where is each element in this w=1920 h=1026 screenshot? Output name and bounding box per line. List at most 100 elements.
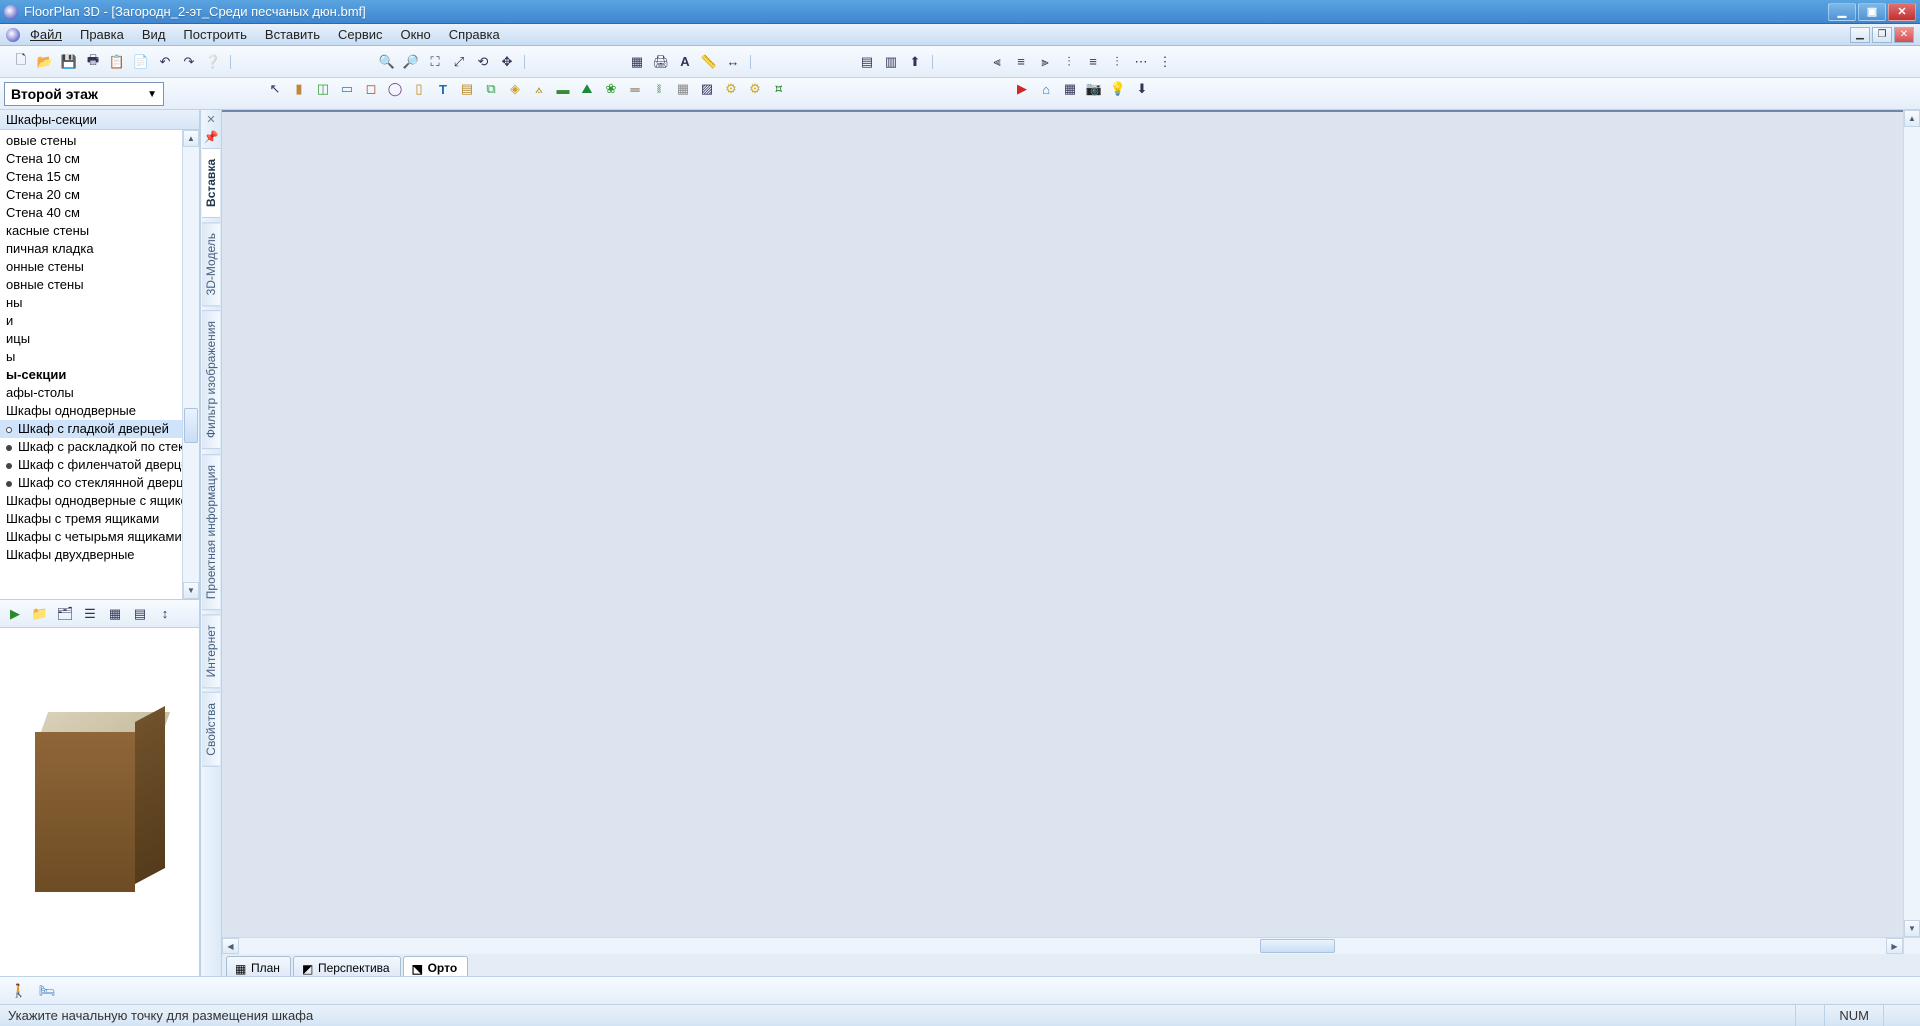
- wall-tool-button[interactable]: ▮: [288, 78, 310, 100]
- menu-help[interactable]: Справка: [441, 25, 508, 44]
- tab-3d-model[interactable]: 3D-Модель: [202, 222, 220, 306]
- hscroll-left-icon[interactable]: ◀: [222, 938, 239, 954]
- tree-item[interactable]: Стена 40 см: [0, 204, 199, 222]
- beam-tool-button[interactable]: T: [432, 78, 454, 100]
- render-settings-button[interactable]: ▦: [1059, 78, 1081, 100]
- light-button[interactable]: 💡: [1107, 78, 1129, 100]
- export-button[interactable]: ⬇: [1131, 78, 1153, 100]
- render-button[interactable]: ▶: [1011, 78, 1033, 100]
- panel-pin-icon[interactable]: 📌: [201, 128, 221, 146]
- zoom-window-button[interactable]: ⛶: [424, 51, 446, 73]
- align-center-v-button[interactable]: ≡: [1082, 51, 1104, 73]
- cat-folder2-icon[interactable]: 🗂: [54, 603, 76, 625]
- camera-button[interactable]: 📷: [1083, 78, 1105, 100]
- cylinder-tool-button[interactable]: ◯: [384, 78, 406, 100]
- menu-service[interactable]: Сервис: [330, 25, 391, 44]
- tab-image-filter[interactable]: Фильтр изображения: [202, 310, 220, 449]
- cat-grid-icon[interactable]: ▦: [104, 603, 126, 625]
- hscroll-right-icon[interactable]: ▶: [1886, 938, 1903, 954]
- tree-item[interactable]: пичная кладка: [0, 240, 199, 258]
- texture-tool-button[interactable]: ▨: [696, 78, 718, 100]
- tab-properties[interactable]: Свойства: [202, 692, 220, 767]
- tree-item[interactable]: Шкафы однодверные: [0, 402, 199, 420]
- tree-item[interactable]: касные стены: [0, 222, 199, 240]
- menu-build[interactable]: Построить: [175, 25, 254, 44]
- cube-tool-button[interactable]: ◻: [360, 78, 382, 100]
- stairs-tool-button[interactable]: ▤: [456, 78, 478, 100]
- window-tool-button[interactable]: ▭: [336, 78, 358, 100]
- tree-item[interactable]: Стена 20 см: [0, 186, 199, 204]
- crop-wheat-icon[interactable]: ⚙: [720, 78, 742, 100]
- vscroll-up-icon[interactable]: ▲: [1904, 110, 1920, 127]
- menu-edit[interactable]: Правка: [72, 25, 132, 44]
- column-tool-button[interactable]: ▯: [408, 78, 430, 100]
- tree-item[interactable]: Шкафы с тремя ящиками: [0, 510, 199, 528]
- tree-item[interactable]: овые стены: [0, 132, 199, 150]
- mdi-minimize-button[interactable]: ▁: [1850, 27, 1870, 43]
- tree-item[interactable]: и: [0, 312, 199, 330]
- tree-item[interactable]: Шкафы с четырьмя ящиками: [0, 528, 199, 546]
- copy-button[interactable]: 📋: [106, 51, 128, 73]
- pan-button[interactable]: ✥: [496, 51, 518, 73]
- tab-internet[interactable]: Интернет: [202, 614, 220, 688]
- viewport-hscrollbar[interactable]: ◀ ▶: [222, 937, 1903, 954]
- fence-tool-button[interactable]: ⧚: [648, 78, 670, 100]
- zoom-prev-button[interactable]: ⟲: [472, 51, 494, 73]
- redo-button[interactable]: ↷: [178, 51, 200, 73]
- path-tool-button[interactable]: ═: [624, 78, 646, 100]
- tree-item[interactable]: ицы: [0, 330, 199, 348]
- mdi-close-button[interactable]: ✕: [1894, 27, 1914, 43]
- align-left-button[interactable]: ⫷: [986, 51, 1008, 73]
- window-close-button[interactable]: ✕: [1888, 3, 1916, 21]
- align-bottom-button[interactable]: ⫶: [1106, 51, 1128, 73]
- plant-tool-button[interactable]: ❀: [600, 78, 622, 100]
- catalog-tree[interactable]: овые стеныСтена 10 смСтена 15 смСтена 20…: [0, 130, 199, 600]
- menu-insert[interactable]: Вставить: [257, 25, 328, 44]
- select-tool-button[interactable]: ↖: [264, 78, 286, 100]
- print-button[interactable]: 🖶: [82, 51, 104, 73]
- text-tool-button[interactable]: A: [674, 51, 696, 73]
- print-preview-button[interactable]: 🖨: [650, 51, 672, 73]
- tree-tool-button[interactable]: ⯏: [768, 78, 790, 100]
- save-button[interactable]: 💾: [58, 51, 80, 73]
- tile-tool-button[interactable]: ▦: [672, 78, 694, 100]
- furniture-tool-button[interactable]: ◈: [504, 78, 526, 100]
- tree-item[interactable]: онные стены: [0, 258, 199, 276]
- tree-item[interactable]: Шкаф со стеклянной дверцей: [0, 474, 199, 492]
- align-center-h-button[interactable]: ≡: [1010, 51, 1032, 73]
- tree-item[interactable]: Шкаф с филенчатой дверцей: [0, 456, 199, 474]
- distribute-h-button[interactable]: ⋯: [1130, 51, 1152, 73]
- dimension-tool-button[interactable]: ↔: [722, 51, 744, 73]
- open-file-button[interactable]: 📂: [34, 51, 56, 73]
- tab-insert[interactable]: Вставка: [202, 148, 220, 218]
- tree-item[interactable]: Шкафы двухдверные: [0, 546, 199, 564]
- mdi-restore-button[interactable]: ❐: [1872, 27, 1892, 43]
- menu-view[interactable]: Вид: [134, 25, 174, 44]
- tab-plan[interactable]: ▦План: [226, 956, 291, 976]
- help-button[interactable]: ❔: [202, 51, 224, 73]
- render-house-icon[interactable]: ⌂: [1035, 78, 1057, 100]
- align-top-button[interactable]: ⫶: [1058, 51, 1080, 73]
- terrain-tool-button[interactable]: ⛰: [576, 78, 598, 100]
- 3d-viewport[interactable]: [222, 110, 1903, 112]
- panel-close-icon[interactable]: ✕: [201, 110, 221, 128]
- cat-folder-icon[interactable]: 📁: [29, 603, 51, 625]
- zoom-out-button[interactable]: 🔎: [400, 51, 422, 73]
- new-file-button[interactable]: 🗋: [10, 51, 32, 73]
- tree-item[interactable]: Стена 10 см: [0, 150, 199, 168]
- layer-manager-button[interactable]: ▥: [880, 51, 902, 73]
- tree-item[interactable]: Шкаф с гладкой дверцей: [0, 420, 199, 438]
- vscroll-down-icon[interactable]: ▼: [1904, 920, 1920, 937]
- cat-play-icon[interactable]: ▶: [4, 603, 26, 625]
- undo-button[interactable]: ↶: [154, 51, 176, 73]
- viewport-vscrollbar[interactable]: ▲ ▼: [1903, 110, 1920, 937]
- tree-item[interactable]: Шкафы однодверные с ящиком: [0, 492, 199, 510]
- tree-item[interactable]: овные стены: [0, 276, 199, 294]
- paste-button[interactable]: 📄: [130, 51, 152, 73]
- window-minimize-button[interactable]: ▁: [1828, 3, 1856, 21]
- tree-item[interactable]: Шкаф с раскладкой по стеклу: [0, 438, 199, 456]
- tab-ortho[interactable]: ⬔Орто: [403, 956, 469, 976]
- menu-window[interactable]: Окно: [393, 25, 439, 44]
- cat-sort-icon[interactable]: ↕: [154, 603, 176, 625]
- window-maximize-button[interactable]: ▣: [1858, 3, 1886, 21]
